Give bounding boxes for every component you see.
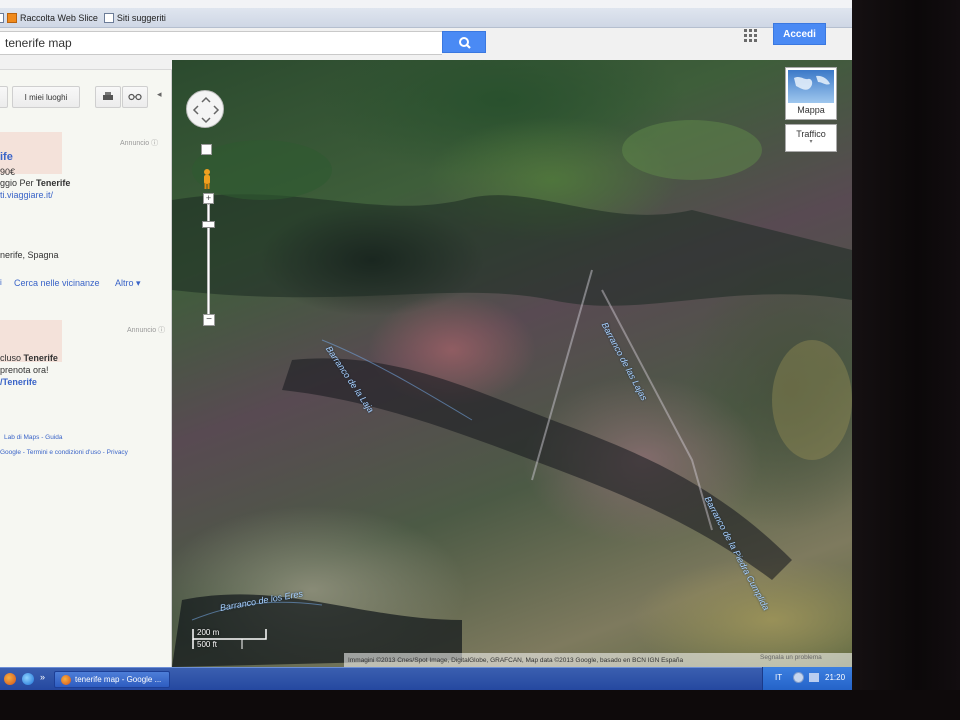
print-button[interactable] [95, 86, 121, 108]
apps-grid-icon[interactable] [744, 29, 757, 42]
favorite-web-slice-label: Raccolta Web Slice [20, 12, 98, 23]
volume-icon[interactable] [809, 673, 819, 682]
search-button[interactable] [442, 31, 486, 53]
ad2-url[interactable]: /Tenerife [0, 377, 37, 387]
scale-imperial: 500 ft [197, 640, 218, 649]
my-places-label: I miei luoghi [24, 92, 68, 102]
map-type-button[interactable]: Mappa [785, 67, 837, 120]
traffic-button[interactable]: Traffico ▾ [785, 124, 837, 152]
ad1-ads-label: Annuncio ⓘ [120, 140, 159, 147]
windows-taskbar: » tenerife map - Google ... [0, 667, 852, 690]
favorite-suggested-sites[interactable]: Siti suggeriti [103, 12, 166, 23]
pan-arrows-icon [192, 96, 220, 124]
nearby-link-icon: i [0, 278, 2, 287]
firefox-icon [61, 674, 71, 685]
ad1-title-link[interactable]: ife [0, 151, 13, 163]
firefox-quicklaunch-icon[interactable] [4, 673, 16, 685]
footer-links[interactable]: Lab di Maps - Guida [4, 434, 63, 441]
signin-button[interactable]: Accedi [773, 23, 826, 45]
suggested-sites-icon [103, 12, 114, 23]
nearby-search-link[interactable]: Cerca nelle vicinanze [14, 278, 100, 288]
favorites-bar: Raccolta Web Slice Siti suggeriti [0, 8, 852, 28]
ad2-text: prenota ora! [0, 365, 49, 375]
zoom-slider-handle[interactable] [202, 221, 215, 228]
partial-toolbar-button[interactable] [0, 86, 8, 108]
globe-thumbnail-icon [788, 70, 834, 103]
zoom-in-button[interactable]: + [203, 193, 214, 204]
ad2-title: cluso Tenerife [0, 353, 58, 363]
place-line: nerife, Spagna [0, 250, 59, 260]
chevron-down-icon: ▾ [809, 139, 813, 145]
pan-control[interactable] [186, 90, 224, 128]
scale-bar: 200 m 500 ft [192, 627, 268, 651]
search-input[interactable] [0, 31, 442, 55]
internet-explorer-icon[interactable] [22, 673, 34, 685]
monitor-bezel-bottom [0, 690, 960, 720]
satellite-map[interactable]: Barranco de la Laja Barranco de las Laja… [172, 60, 852, 667]
ad2-ads-label: Annuncio ⓘ [127, 327, 166, 334]
more-link[interactable]: Altro ▾ [115, 278, 141, 289]
report-problem-link[interactable]: Segnala un problema [760, 654, 822, 661]
pegman-icon[interactable] [200, 168, 214, 190]
taskbar-item-browser[interactable]: tenerife map - Google ... [54, 671, 170, 688]
quicklaunch-overflow-icon[interactable]: » [40, 672, 45, 682]
partial-favorite-icon [0, 12, 4, 23]
zoom-out-button[interactable]: − [203, 314, 215, 326]
map-type-label: Mappa [797, 105, 825, 115]
traffic-label: Traffico [796, 129, 826, 139]
taskbar-item-label: tenerife map - Google ... [75, 675, 162, 684]
browser-window: Raccolta Web Slice Siti suggeriti Accedi… [0, 0, 852, 690]
language-indicator[interactable]: IT [775, 673, 782, 682]
footer-terms[interactable]: Google - Termini e condizioni d'uso - Pr… [0, 449, 128, 456]
printer-icon [103, 92, 113, 100]
monitor-bezel-right [852, 0, 960, 720]
favorite-web-slice[interactable]: Raccolta Web Slice [0, 12, 98, 23]
signin-label: Accedi [783, 28, 816, 40]
link-icon [128, 93, 142, 101]
search-icon [459, 37, 471, 49]
system-tray: IT 21:20 [762, 667, 852, 690]
my-places-button[interactable]: I miei luoghi [12, 86, 80, 108]
link-button[interactable] [122, 86, 148, 108]
scale-metric: 200 m [197, 628, 220, 637]
ad1-url[interactable]: ti.viaggiare.it/ [0, 190, 53, 200]
ad1-price: 90€ [0, 167, 16, 177]
favorite-suggested-sites-label: Siti suggeriti [116, 12, 166, 23]
zoom-reset-button[interactable] [201, 144, 212, 155]
network-icon[interactable] [793, 672, 804, 683]
clock: 21:20 [825, 673, 846, 682]
left-panel: I miei luoghi ◂ Annuncio ⓘ ife 90€ ggio … [0, 70, 172, 667]
ad1-text: ggio Per Tenerife [0, 178, 71, 188]
web-slice-icon [7, 12, 17, 23]
collapse-panel-icon[interactable]: ◂ [157, 89, 162, 100]
